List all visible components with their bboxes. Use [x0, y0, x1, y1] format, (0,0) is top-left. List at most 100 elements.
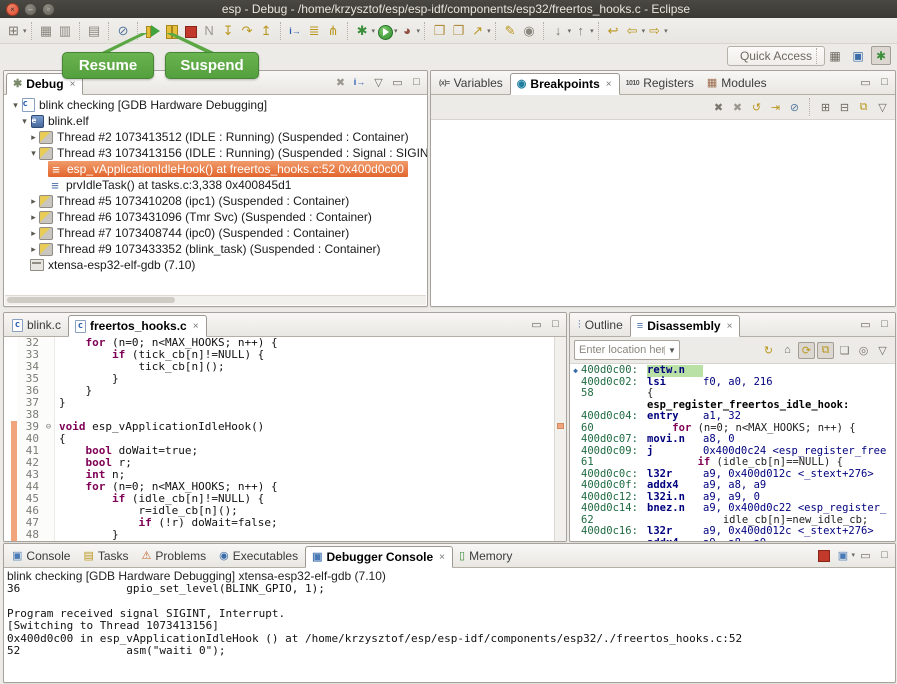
annotation-ruler[interactable] — [4, 445, 11, 457]
fold-marker-icon[interactable]: ⊖ — [43, 421, 55, 433]
view-menu-icon[interactable]: ▽ — [370, 74, 387, 91]
remove-all-terminated-icon[interactable]: ✖ — [332, 74, 349, 91]
tab-blink-c[interactable]: cblink.c — [6, 314, 68, 336]
disassembly-row[interactable]: 400d0c04:entrya1, 32 — [570, 411, 895, 423]
tab-outline[interactable]: ⫶Outline — [572, 314, 630, 336]
disassembly-row[interactable]: addx4a9, a8, a9 — [570, 538, 895, 543]
open-perspective-icon[interactable]: ▦ — [825, 46, 845, 65]
code-editor[interactable]: 32 for (n=0; n<MAX_HOOKS; n++) {33 if (t… — [4, 337, 566, 541]
tree-expander-icon[interactable]: ▸ — [28, 132, 39, 143]
link-with-active-icon[interactable]: ⧉ — [817, 342, 834, 359]
window-close-icon[interactable]: × — [6, 3, 19, 16]
show-supported-breakpoints-icon[interactable]: ↺ — [748, 99, 765, 116]
previous-annotation-icon-dropdown[interactable]: ▾ — [590, 27, 594, 35]
tab-tasks[interactable]: ▤Tasks — [77, 545, 135, 567]
annotation-ruler[interactable] — [4, 505, 11, 517]
debug-tree-row[interactable]: ▸Thread #2 1073413512 (IDLE : Running) (… — [4, 129, 427, 145]
tab-console[interactable]: ▣Console — [6, 545, 77, 567]
step-into-icon[interactable]: ↧ — [219, 21, 238, 40]
goto-file-icon[interactable]: ⇥ — [767, 99, 784, 116]
use-step-filters-icon[interactable]: ⋔ — [324, 21, 343, 40]
debugger-console-output[interactable]: blink checking [GDB Hardware Debugging] … — [4, 568, 895, 682]
location-combo[interactable]: Enter location here ▼ — [574, 340, 680, 360]
instruction-stepping-icon[interactable]: i→ — [351, 74, 368, 91]
open-new-view-icon[interactable]: ❏ — [836, 342, 853, 359]
debug-tree-row[interactable]: ▾cblink checking [GDB Hardware Debugging… — [4, 97, 427, 113]
quick-access-button[interactable]: Quick Access — [727, 46, 825, 66]
open-project-icon[interactable]: ❒ — [430, 21, 449, 40]
minimize-icon[interactable]: ▭ — [857, 547, 874, 564]
tab-disassembly[interactable]: ≡Disassembly× — [630, 315, 741, 337]
step-over-icon[interactable]: ↷ — [238, 21, 257, 40]
tab-memory[interactable]: ▯Memory — [453, 545, 519, 567]
debug-button-icon[interactable]: ✱ — [353, 21, 372, 40]
view-menu-icon[interactable]: ▽ — [874, 342, 891, 359]
maximize-icon[interactable]: □ — [876, 74, 893, 91]
new-wizard-icon[interactable]: ⊞ — [4, 21, 23, 40]
tab-registers[interactable]: 1010Registers — [620, 72, 701, 94]
disassembly-row[interactable]: 400d0c02:lsif0, a0, 216 — [570, 377, 895, 389]
pin-view-icon[interactable]: ◎ — [855, 342, 872, 359]
last-edit-location-icon[interactable]: ↩ — [604, 21, 623, 40]
tab-freertos-hooks-c[interactable]: cfreertos_hooks.c× — [68, 315, 207, 337]
annotation-ruler[interactable] — [4, 349, 11, 361]
annotation-ruler[interactable] — [4, 373, 11, 385]
annotation-ruler[interactable] — [4, 433, 11, 445]
combo-dropdown-icon[interactable]: ▼ — [664, 346, 679, 355]
open-console-icon-dropdown[interactable]: ▾ — [851, 551, 855, 559]
back-icon[interactable]: ⇦ — [623, 21, 642, 40]
code-line[interactable]: 39⊖void esp_vApplicationIdleHook() — [4, 421, 566, 433]
web-icon[interactable]: ◉ — [520, 21, 539, 40]
edit-icon[interactable]: ✎ — [501, 21, 520, 40]
remove-breakpoint-icon[interactable]: ✖ — [710, 99, 727, 116]
annotation-ruler[interactable] — [4, 385, 11, 397]
open-console-icon[interactable]: ▣ — [834, 547, 851, 564]
annotation-ruler[interactable] — [4, 397, 11, 409]
debug-tree-row[interactable]: ▸Thread #7 1073408744 (ipc0) (Suspended … — [4, 225, 427, 241]
save-all-icon[interactable]: ▥ — [56, 21, 75, 40]
debug-tree-row[interactable]: ▾Thread #3 1073413156 (IDLE : Running) (… — [4, 145, 427, 161]
refresh-icon[interactable]: ↻ — [760, 342, 777, 359]
remove-all-breakpoints-icon[interactable]: ✖ — [729, 99, 746, 116]
debug-perspective-icon[interactable]: ✱ — [871, 46, 891, 65]
disconnect-icon[interactable]: N — [200, 21, 219, 40]
code-line[interactable]: 36 } — [4, 385, 566, 397]
annotation-ruler[interactable] — [4, 337, 11, 349]
tree-expander-icon[interactable]: ▸ — [28, 244, 39, 255]
minimize-icon[interactable]: ▭ — [857, 316, 874, 333]
annotation-ruler[interactable] — [4, 481, 11, 493]
open-file-icon[interactable]: ❐ — [449, 21, 468, 40]
print-icon[interactable]: ▤ — [85, 21, 104, 40]
maximize-icon[interactable]: □ — [876, 316, 893, 333]
tab-close-icon[interactable]: × — [727, 321, 733, 332]
annotation-ruler[interactable] — [4, 529, 11, 541]
window-minimize-icon[interactable]: – — [24, 3, 37, 16]
tab-variables[interactable]: (x)=Variables — [433, 72, 510, 94]
launch-target-icon[interactable]: ↗ — [468, 21, 487, 40]
annotation-ruler[interactable] — [4, 517, 11, 529]
tree-expander-icon[interactable]: ▾ — [10, 100, 21, 111]
minimize-icon[interactable]: ▭ — [857, 74, 874, 91]
minimize-icon[interactable]: ▭ — [528, 316, 545, 333]
tab-close-icon[interactable]: × — [193, 321, 199, 332]
debug-tree-row[interactable]: ▸Thread #5 1073410208 (ipc1) (Suspended … — [4, 193, 427, 209]
forward-icon[interactable]: ⇨ — [645, 21, 664, 40]
instruction-stepping-icon[interactable]: i→ — [286, 21, 305, 40]
tree-expander-icon[interactable]: ▾ — [28, 148, 39, 159]
link-with-debug-icon[interactable]: ⧉ — [855, 99, 872, 116]
launch-target-icon-dropdown[interactable]: ▾ — [487, 27, 491, 35]
tab-executables[interactable]: ◉Executables — [213, 545, 305, 567]
skip-all-breakpoints-icon[interactable]: ⊘ — [786, 99, 803, 116]
next-annotation-icon[interactable]: ↓ — [549, 21, 568, 40]
minimize-icon[interactable]: ▭ — [389, 74, 406, 91]
debug-horizontal-scrollbar[interactable] — [5, 295, 426, 305]
annotation-ruler[interactable] — [4, 361, 11, 373]
annotation-ruler[interactable] — [4, 469, 11, 481]
sync-selection-icon[interactable]: ⟳ — [798, 342, 815, 359]
window-maximize-icon[interactable]: ▫ — [42, 3, 55, 16]
debug-tree-row[interactable]: xtensa-esp32-elf-gdb (7.10) — [4, 257, 427, 273]
annotation-ruler[interactable] — [4, 409, 11, 421]
annotation-ruler[interactable] — [4, 493, 11, 505]
annotation-ruler[interactable] — [4, 421, 11, 433]
view-menu-icon[interactable]: ▽ — [874, 99, 891, 116]
